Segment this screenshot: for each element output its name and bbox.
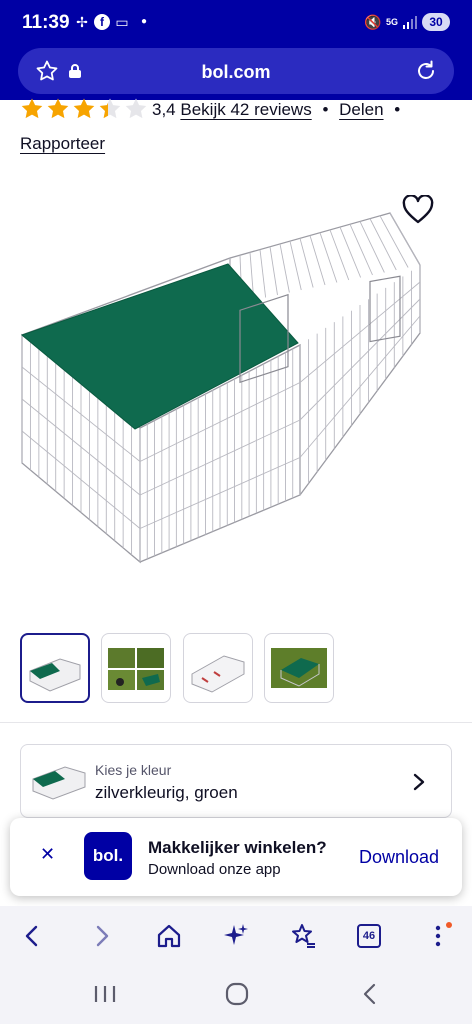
favorites-icon[interactable] xyxy=(289,922,317,950)
thumbnail-4[interactable] xyxy=(264,633,334,703)
address-bar[interactable]: bol.com xyxy=(18,48,454,94)
mute-icon: 🔇 xyxy=(364,14,382,30)
home-circle-icon[interactable] xyxy=(224,981,250,1007)
star-partial-icon xyxy=(99,98,121,119)
star-empty-icon xyxy=(125,98,147,119)
home-icon[interactable] xyxy=(155,922,183,950)
signal-icon xyxy=(402,14,418,30)
facebook-icon: f xyxy=(94,14,110,30)
color-selector[interactable]: Kies je kleur zilverkleurig, groen xyxy=(20,744,452,818)
close-icon[interactable]: ✕ xyxy=(40,844,55,865)
app-banner: ✕ bol. Makkelijker winkelen? Download on… xyxy=(10,818,462,896)
tabs-icon[interactable]: 46 xyxy=(357,924,381,948)
thumbnail-2[interactable] xyxy=(101,633,171,703)
thumbnail-1[interactable] xyxy=(20,633,90,703)
product-image[interactable] xyxy=(10,195,462,595)
browser-toolbar: 46 xyxy=(0,906,472,966)
star-full-icon xyxy=(73,98,95,119)
battery-indicator: 30 xyxy=(422,13,450,31)
color-value: zilverkleurig, groen xyxy=(95,783,238,802)
banner-title: Makkelijker winkelen? xyxy=(148,838,327,857)
rating-line: 3,4 Bekijk 42 reviews • Delen • xyxy=(152,100,400,120)
star-full-icon xyxy=(47,98,69,119)
pinwheel-icon: ✢ xyxy=(76,14,88,30)
banner-subtitle: Download onze app xyxy=(148,861,281,878)
reviews-link[interactable]: Bekijk 42 reviews xyxy=(180,100,311,119)
rating-stars xyxy=(20,97,148,121)
star-full-icon xyxy=(21,98,43,119)
browser-header: 11:39 ✢ f ▭ ● 🔇 5G 30 bol.com xyxy=(0,0,472,100)
separator: • xyxy=(322,100,329,119)
thumbnail-3[interactable] xyxy=(183,633,253,703)
share-link[interactable]: Delen xyxy=(339,100,383,119)
recent-apps-icon[interactable] xyxy=(92,982,118,1006)
reload-icon[interactable] xyxy=(414,59,438,88)
download-button[interactable]: Download xyxy=(359,847,439,868)
system-back-icon[interactable] xyxy=(358,981,382,1007)
status-time: 11:39 xyxy=(22,12,70,33)
system-navigation-bar xyxy=(0,966,472,1024)
favorite-heart-icon[interactable] xyxy=(402,195,434,225)
sparkle-icon[interactable] xyxy=(222,922,250,950)
color-thumbnail xyxy=(32,766,86,800)
rating-value: 3,4 xyxy=(152,100,176,119)
message-icon: ▭ xyxy=(115,14,129,30)
url-text[interactable]: bol.com xyxy=(18,62,454,83)
forward-icon[interactable] xyxy=(88,922,116,950)
separator: • xyxy=(394,100,401,119)
dot-icon: ● xyxy=(140,16,148,27)
report-link[interactable]: Rapporteer xyxy=(20,134,105,154)
color-label: Kies je kleur xyxy=(95,762,172,778)
network-label: 5G xyxy=(385,17,398,27)
back-icon[interactable] xyxy=(18,922,46,950)
bol-logo: bol. xyxy=(84,832,132,880)
chevron-right-icon xyxy=(413,773,425,791)
menu-icon[interactable] xyxy=(424,922,452,950)
divider xyxy=(0,722,472,723)
